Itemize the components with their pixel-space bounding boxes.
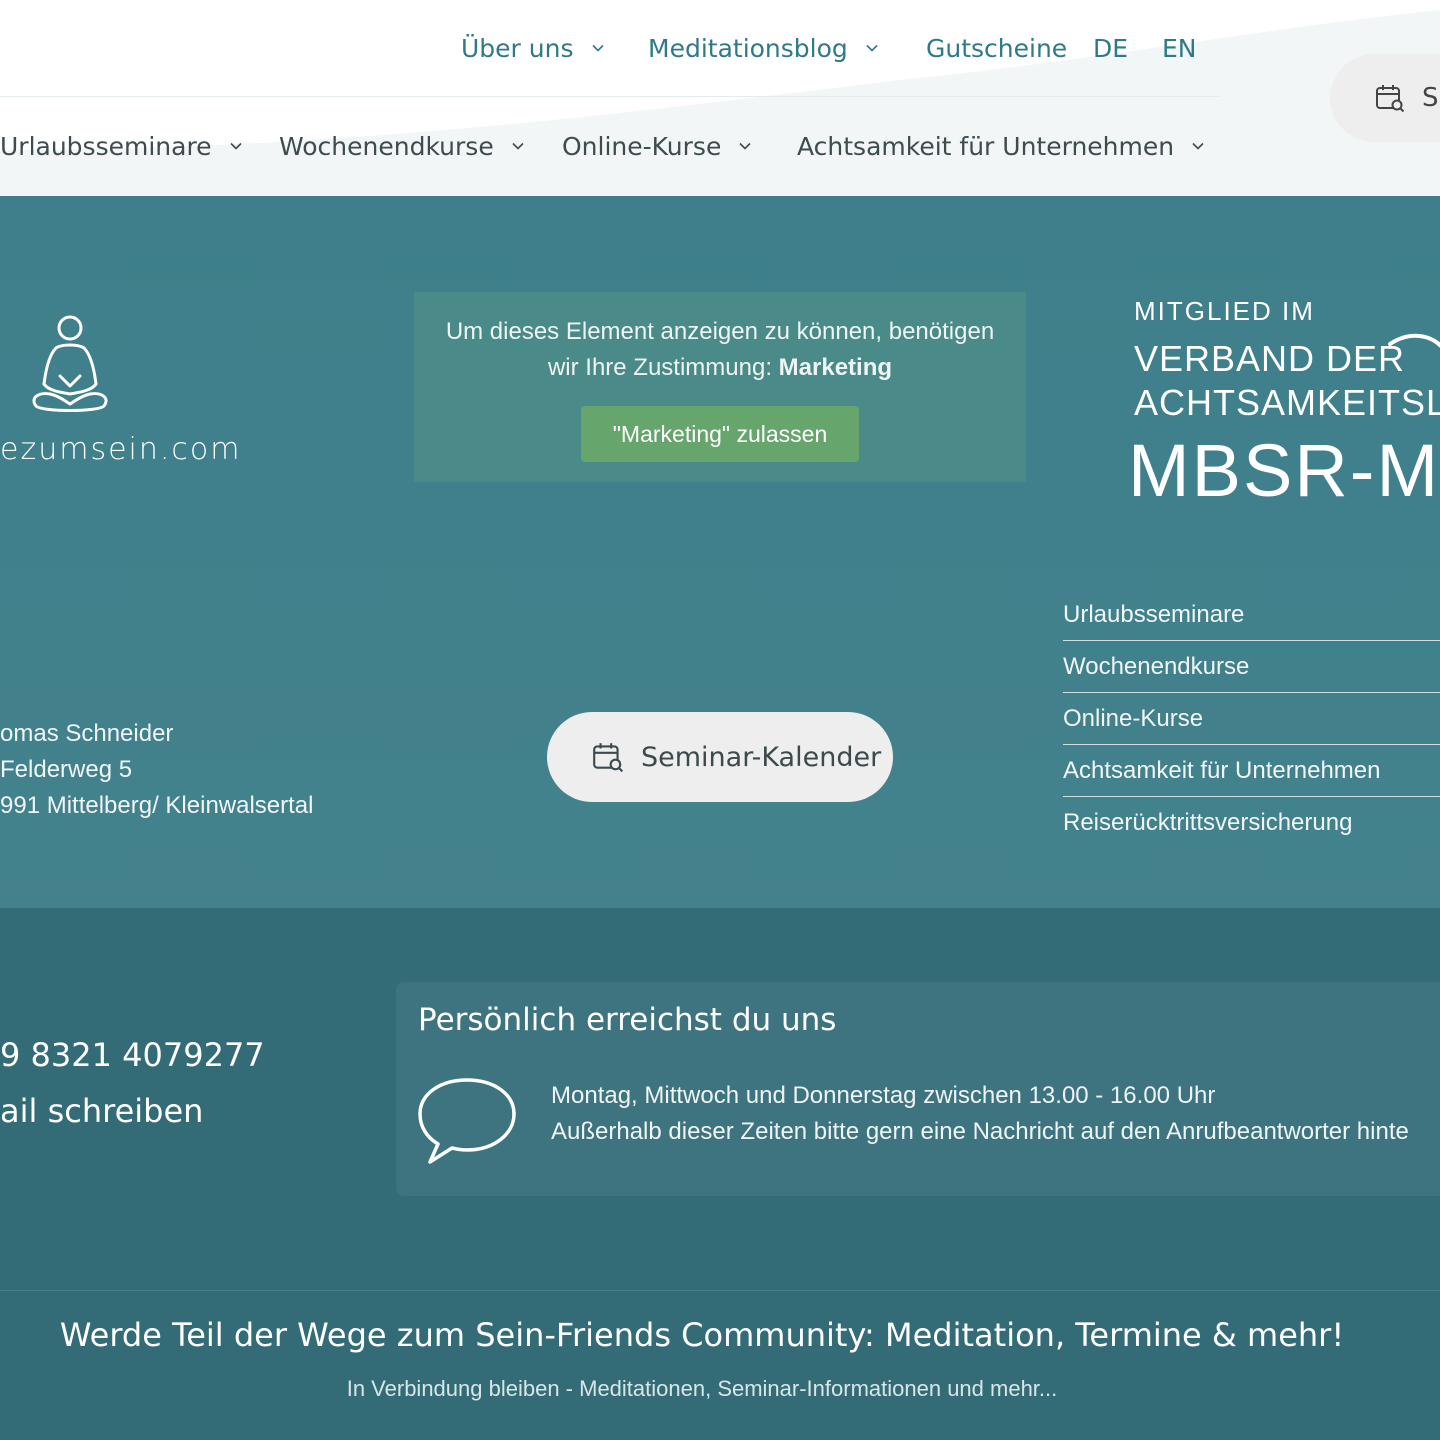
address-city: 991 Mittelberg/ Kleinwalsertal xyxy=(0,792,314,819)
email-link[interactable]: ail schreiben xyxy=(0,1092,203,1130)
mainnav-label: Urlaubsseminare xyxy=(0,131,212,161)
footer-link-reiseruecktritt[interactable]: Reiserücktrittsversicherung xyxy=(1063,797,1440,849)
lang-de-link[interactable]: DE xyxy=(1093,30,1128,66)
lang-en-link[interactable]: EN xyxy=(1162,30,1197,66)
phone-link[interactable]: 9 8321 4079277 xyxy=(0,1036,265,1074)
chevron-down-icon xyxy=(1192,142,1204,150)
mainnav-label: Online-Kurse xyxy=(562,131,722,161)
header-divider xyxy=(0,96,1220,97)
topnav-label: EN xyxy=(1162,33,1197,63)
calendar-search-icon xyxy=(593,743,624,773)
logo-wordmark[interactable]: ezumsein.com xyxy=(0,432,242,467)
chevron-down-icon xyxy=(229,142,242,150)
footer-link-urlaubsseminare[interactable]: Urlaubsseminare xyxy=(1063,589,1440,641)
community-divider xyxy=(0,1290,1440,1291)
membership-mbsr-logo: MBSR-M xyxy=(1128,429,1440,512)
header-calendar-button[interactable]: S xyxy=(1330,54,1440,142)
chevron-down-icon xyxy=(866,44,878,52)
contact-title: Persönlich erreichst du uns xyxy=(418,1002,837,1038)
footer-link-wochenendkurse[interactable]: Wochenendkurse xyxy=(1063,641,1440,693)
topnav-label: Gutscheine xyxy=(926,33,1068,63)
seminar-calendar-button[interactable]: Seminar-Kalender xyxy=(547,712,893,802)
meditation-logo-icon xyxy=(32,315,108,412)
topnav-label: Über uns xyxy=(461,33,574,63)
membership-line-1: MITGLIED IM xyxy=(1134,296,1315,326)
chevron-down-icon xyxy=(512,142,524,150)
community-subtitle: In Verbindung bleiben - Meditationen, Se… xyxy=(346,1376,1058,1401)
speech-bubble-icon xyxy=(418,1078,516,1164)
chevron-down-icon xyxy=(591,44,604,52)
topnav-label: DE xyxy=(1093,33,1129,63)
mainnav-achtsamkeit-unternehmen[interactable]: Achtsamkeit für Unternehmen xyxy=(797,128,1204,164)
topnav-ueber-uns[interactable]: Über uns xyxy=(461,30,604,66)
footer-link-online-kurse[interactable]: Online-Kurse xyxy=(1063,693,1440,745)
contact-hours: Montag, Mittwoch und Donnerstag zwischen… xyxy=(551,1082,1216,1109)
mainnav-online-kurse[interactable]: Online-Kurse xyxy=(562,128,751,164)
community-title: Werde Teil der Wege zum Sein-Friends Com… xyxy=(59,1316,1345,1354)
topnav-label: Meditationsblog xyxy=(648,33,848,63)
allow-marketing-button[interactable]: "Marketing" zulassen xyxy=(581,406,859,462)
topnav-meditationsblog[interactable]: Meditationsblog xyxy=(648,30,878,66)
mainnav-urlaubsseminare[interactable]: Urlaubsseminare xyxy=(0,128,242,164)
consent-line-1: Um dieses Element anzeigen zu können, be… xyxy=(445,318,995,345)
membership-line-3: ACHTSAMKEITSLE xyxy=(1134,382,1440,423)
mainnav-wochenendkurse[interactable]: Wochenendkurse xyxy=(279,128,524,164)
membership-arc-decoration xyxy=(1388,333,1440,348)
chevron-down-icon xyxy=(739,142,751,150)
consent-line-2: wir Ihre Zustimmung: Marketing xyxy=(414,350,1026,386)
footer-link-achtsamkeit-unternehmen[interactable]: Achtsamkeit für Unternehmen xyxy=(1063,745,1440,797)
consent-category: Marketing xyxy=(778,354,893,381)
topnav-gutscheine[interactable]: Gutscheine xyxy=(926,30,1067,66)
address-street: Felderweg 5 xyxy=(0,756,133,783)
seminar-calendar-label: Seminar-Kalender xyxy=(641,741,882,773)
header-calendar-label: S xyxy=(1422,83,1439,113)
site-header: Über uns Meditationsblog Gutscheine DE E… xyxy=(0,0,1440,196)
mainnav-label: Achtsamkeit für Unternehmen xyxy=(797,131,1175,161)
calendar-search-icon xyxy=(1376,85,1405,113)
address-name: omas Schneider xyxy=(0,720,174,747)
contact-voicemail-note: Außerhalb dieser Zeiten bitte gern eine … xyxy=(551,1118,1409,1145)
consent-line-2-prefix: wir Ihre Zustimmung: xyxy=(547,354,779,381)
mainnav-label: Wochenendkurse xyxy=(279,131,494,161)
membership-line-2: VERBAND DER xyxy=(1134,338,1406,379)
